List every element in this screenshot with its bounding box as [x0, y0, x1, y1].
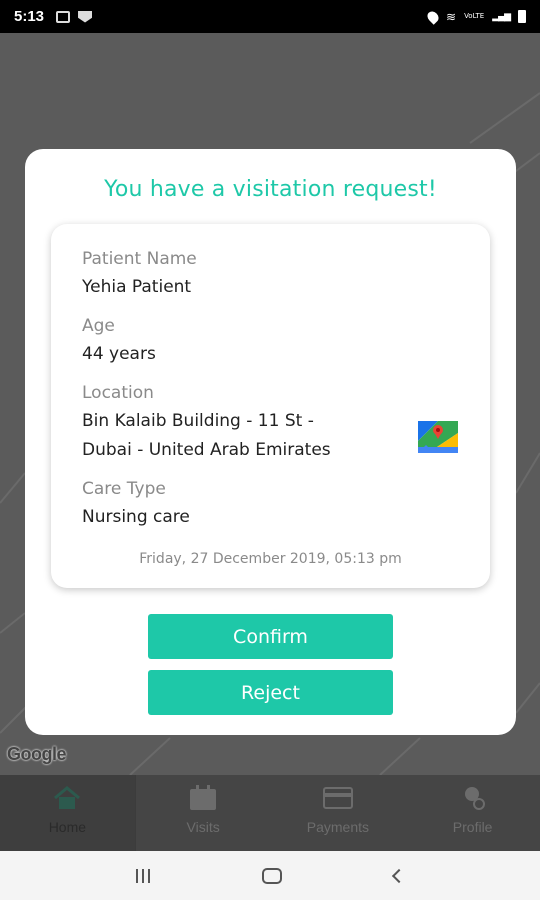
reject-button[interactable]: Reject [148, 670, 393, 715]
age-value: 44 years [82, 344, 156, 364]
nav-item-home[interactable]: Home [0, 775, 136, 851]
home-button[interactable] [262, 867, 282, 884]
location-icon [425, 8, 441, 25]
nav-label-home: Home [48, 819, 87, 835]
home-icon [54, 786, 81, 809]
nav-item-profile[interactable]: Profile [405, 775, 540, 851]
signal-icon: ▂▄▆ [492, 11, 511, 22]
patient-name-label: Patient Name [82, 249, 197, 269]
location-label: Location [82, 383, 154, 403]
recent-apps-button[interactable] [136, 868, 150, 883]
nav-label-visits: Visits [186, 819, 220, 835]
dialog-title: You have a visitation request! [104, 177, 437, 202]
bottom-nav: Home Visits Payments Profile [0, 775, 540, 851]
profile-settings-icon [464, 787, 485, 810]
care-type-label: Care Type [82, 479, 166, 499]
nav-label-payments: Payments [306, 819, 369, 835]
shield-icon [78, 10, 93, 23]
patient-info-card: Patient Name Yehia Patient Age 44 years … [51, 224, 490, 588]
status-bar: 5:13 ≋ VoLTE ▂▄▆ [0, 0, 540, 33]
google-maps-icon[interactable] [418, 421, 458, 453]
volte-badge: VoLTE [464, 12, 485, 20]
care-type-value: Nursing care [82, 507, 190, 527]
nav-label-profile: Profile [452, 819, 493, 835]
gallery-icon [56, 10, 71, 23]
nav-item-payments[interactable]: Payments [271, 775, 406, 851]
age-label: Age [82, 316, 115, 336]
calendar-icon [190, 785, 217, 810]
request-datetime: Friday, 27 December 2019, 05:13 pm [139, 551, 402, 567]
back-button[interactable] [391, 868, 407, 883]
wifi-icon: ≋ [446, 9, 457, 24]
system-nav-bar [0, 851, 540, 900]
location-line-2: Dubai - United Arab Emirates [82, 440, 331, 460]
credit-card-icon [322, 787, 353, 809]
visitation-request-dialog: You have a visitation request! Patient N… [25, 149, 516, 735]
confirm-button[interactable]: Confirm [148, 614, 393, 659]
status-time: 5:13 [14, 8, 45, 25]
google-logo: Google [7, 744, 67, 764]
patient-name-value: Yehia Patient [82, 277, 192, 297]
location-line-1: Bin Kalaib Building - 11 St - [82, 411, 314, 431]
battery-icon [518, 10, 526, 23]
location-value: Bin Kalaib Building - 11 St - Dubai - Un… [82, 407, 412, 465]
nav-item-visits[interactable]: Visits [136, 775, 271, 851]
status-right: ≋ VoLTE ▂▄▆ [425, 8, 526, 25]
